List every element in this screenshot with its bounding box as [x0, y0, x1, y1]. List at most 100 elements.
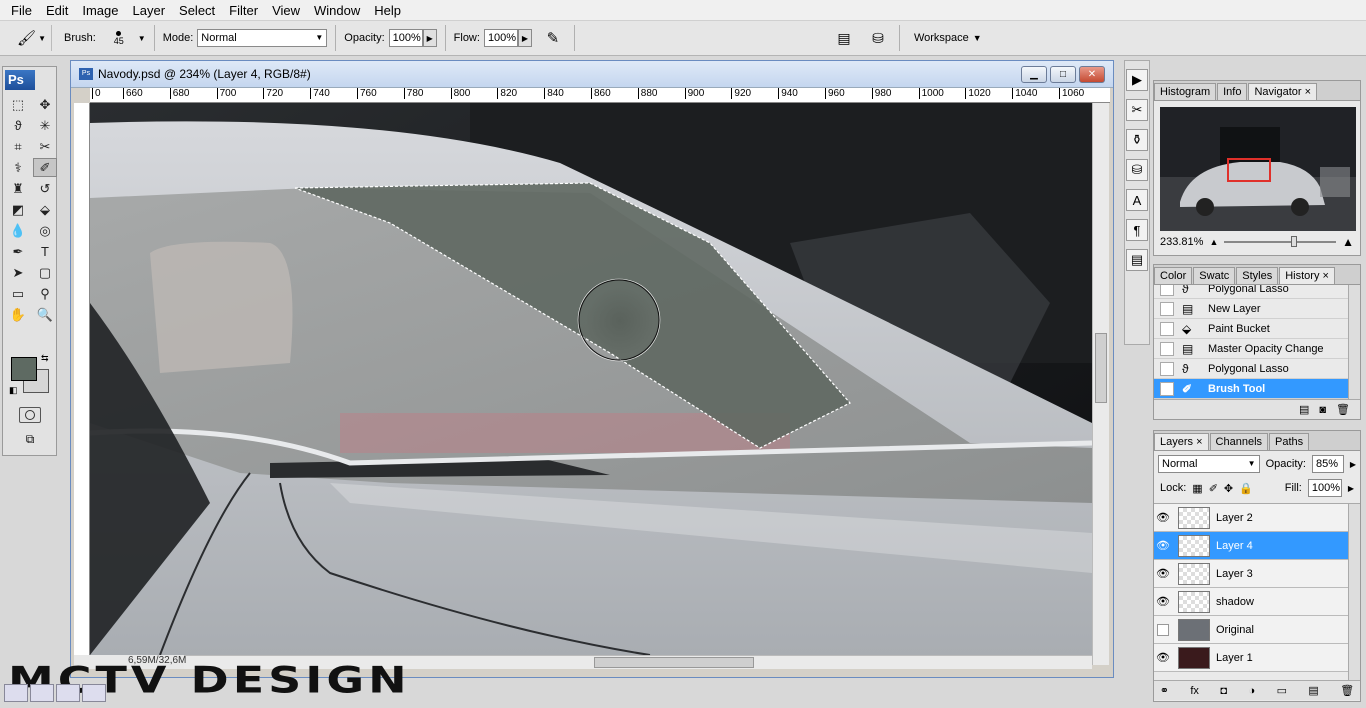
close-icon[interactable]: ×: [1323, 270, 1329, 282]
move-tool[interactable]: ✥: [33, 95, 57, 114]
opacity-slider-button[interactable]: ▶: [422, 29, 437, 47]
mode-select[interactable]: Normal ▼: [197, 29, 328, 47]
clone-source-button[interactable]: ⛁: [1126, 159, 1148, 181]
menu-view[interactable]: View: [265, 3, 307, 18]
menu-edit[interactable]: Edit: [39, 3, 75, 18]
link-icon[interactable]: ⚭: [1160, 684, 1169, 697]
tab-info[interactable]: Info: [1217, 83, 1248, 100]
lock-pixels-icon[interactable]: ✐: [1209, 482, 1218, 495]
bridge-button[interactable]: ⛁: [865, 27, 891, 49]
quick-mask-button[interactable]: [19, 407, 41, 423]
snapshot-checkbox[interactable]: [1160, 381, 1174, 396]
tool-preset-picker[interactable]: 🖌 ▼: [12, 25, 52, 51]
tab-styles[interactable]: Styles: [1236, 267, 1279, 284]
layer-row[interactable]: Original: [1154, 616, 1360, 644]
layer-row[interactable]: 👁 Layer 1: [1154, 644, 1360, 672]
history-item[interactable]: ϑ Polygonal Lasso: [1154, 285, 1360, 299]
foreground-color-swatch[interactable]: [11, 357, 37, 381]
character-button[interactable]: A: [1126, 189, 1148, 211]
eye-icon[interactable]: 👁: [1154, 595, 1172, 608]
paragraph-button[interactable]: ¶: [1126, 219, 1148, 241]
menu-file[interactable]: File: [4, 3, 39, 18]
shape-tool[interactable]: ▢: [33, 263, 57, 282]
history-brush-tool[interactable]: ↺: [33, 179, 57, 198]
marquee-tool[interactable]: ⬚: [6, 95, 30, 114]
navigator-preview[interactable]: [1160, 107, 1356, 231]
paint-bucket-tool[interactable]: ⬙: [33, 200, 57, 219]
image-canvas[interactable]: [90, 103, 1092, 655]
blend-mode-select[interactable]: Normal ▼: [1158, 455, 1260, 473]
maximize-button[interactable]: □: [1050, 65, 1076, 83]
minimize-button[interactable]: ▁: [1021, 65, 1047, 83]
flow-input[interactable]: 100%: [483, 29, 518, 47]
history-item[interactable]: ϑ Polygonal Lasso: [1154, 359, 1360, 379]
layer-opacity-input[interactable]: 85%: [1311, 455, 1344, 473]
zoom-out-icon[interactable]: ▲: [1209, 237, 1218, 247]
brush-tool[interactable]: ✐: [33, 158, 57, 177]
healing-brush-tool[interactable]: ⚕: [6, 158, 30, 177]
menu-window[interactable]: Window: [307, 3, 367, 18]
layer-row-selected[interactable]: 👁 Layer 4: [1154, 532, 1360, 560]
lock-position-icon[interactable]: ✥: [1224, 482, 1233, 495]
minimized-window[interactable]: [30, 684, 54, 702]
tab-layers[interactable]: Layers ×: [1154, 433, 1209, 450]
slice-tool[interactable]: ✂: [33, 137, 57, 156]
tab-channels[interactable]: Channels: [1209, 433, 1269, 450]
zoom-in-icon[interactable]: ▲: [1342, 235, 1354, 249]
lasso-tool[interactable]: ϑ: [6, 116, 30, 135]
menu-layer[interactable]: Layer: [126, 3, 173, 18]
lock-transparency-icon[interactable]: ▦: [1192, 482, 1202, 495]
adjustment-icon[interactable]: ◑: [1248, 685, 1255, 697]
lock-all-icon[interactable]: 🔒: [1239, 482, 1253, 495]
dodge-tool[interactable]: ◎: [33, 221, 57, 240]
chevron-right-icon[interactable]: ▶: [1350, 460, 1356, 469]
eye-icon[interactable]: 👁: [1154, 511, 1172, 524]
visibility-toggle[interactable]: [1157, 623, 1169, 636]
layer-row[interactable]: 👁 Layer 3: [1154, 560, 1360, 588]
close-icon[interactable]: ×: [1196, 436, 1202, 448]
tool-presets-button[interactable]: ✂: [1126, 99, 1148, 121]
new-document-icon[interactable]: ▤: [1299, 403, 1309, 416]
eye-icon[interactable]: 👁: [1154, 567, 1172, 580]
hand-tool[interactable]: ✋: [6, 305, 30, 324]
trash-icon[interactable]: 🗑: [1336, 403, 1350, 416]
vertical-scrollbar[interactable]: [1092, 103, 1109, 665]
close-button[interactable]: ✕: [1079, 65, 1105, 83]
brushes-button[interactable]: ⚱: [1126, 129, 1148, 151]
layer-row[interactable]: 👁 shadow: [1154, 588, 1360, 616]
fx-icon[interactable]: fx: [1190, 685, 1199, 697]
zoom-slider[interactable]: [1224, 236, 1337, 247]
chevron-down-icon[interactable]: ▼: [138, 34, 146, 43]
menu-image[interactable]: Image: [75, 3, 125, 18]
tab-histogram[interactable]: Histogram: [1154, 83, 1217, 100]
menu-select[interactable]: Select: [172, 3, 222, 18]
blur-tool[interactable]: 💧: [6, 221, 30, 240]
history-item[interactable]: ▤ New Layer: [1154, 299, 1360, 319]
airbrush-button[interactable]: ✎: [540, 26, 566, 50]
notes-button[interactable]: ▤: [1126, 249, 1148, 271]
brush-picker[interactable]: 45: [100, 25, 138, 51]
snapshot-checkbox[interactable]: [1160, 361, 1174, 376]
document-titlebar[interactable]: Ps Navody.psd @ 234% (Layer 4, RGB/8#) ▁…: [71, 61, 1113, 88]
fill-input[interactable]: 100%: [1307, 479, 1342, 497]
type-tool[interactable]: T: [33, 242, 57, 261]
default-colors-icon[interactable]: ◧: [9, 385, 18, 396]
zoom-tool[interactable]: 🔍: [33, 305, 57, 324]
eyedropper-tool[interactable]: ⚲: [33, 284, 57, 303]
pen-tool[interactable]: ✒: [6, 242, 30, 261]
tab-color[interactable]: Color: [1154, 267, 1193, 284]
flow-slider-button[interactable]: ▶: [517, 29, 532, 47]
mask-icon[interactable]: ◘: [1220, 685, 1227, 697]
tab-history[interactable]: History ×: [1279, 267, 1335, 284]
eye-icon[interactable]: 👁: [1154, 651, 1172, 664]
slider-thumb[interactable]: [1291, 236, 1298, 247]
eye-icon[interactable]: 👁: [1154, 539, 1172, 552]
layer-row[interactable]: 👁 Layer 2: [1154, 504, 1360, 532]
scroll-thumb[interactable]: [1095, 333, 1107, 403]
snapshot-checkbox[interactable]: [1160, 301, 1174, 316]
actions-button[interactable]: ▶: [1126, 69, 1148, 91]
magic-wand-tool[interactable]: ✳: [33, 116, 57, 135]
minimized-window[interactable]: [4, 684, 28, 702]
path-selection-tool[interactable]: ➤: [6, 263, 30, 282]
tab-navigator[interactable]: Navigator ×: [1248, 83, 1318, 100]
